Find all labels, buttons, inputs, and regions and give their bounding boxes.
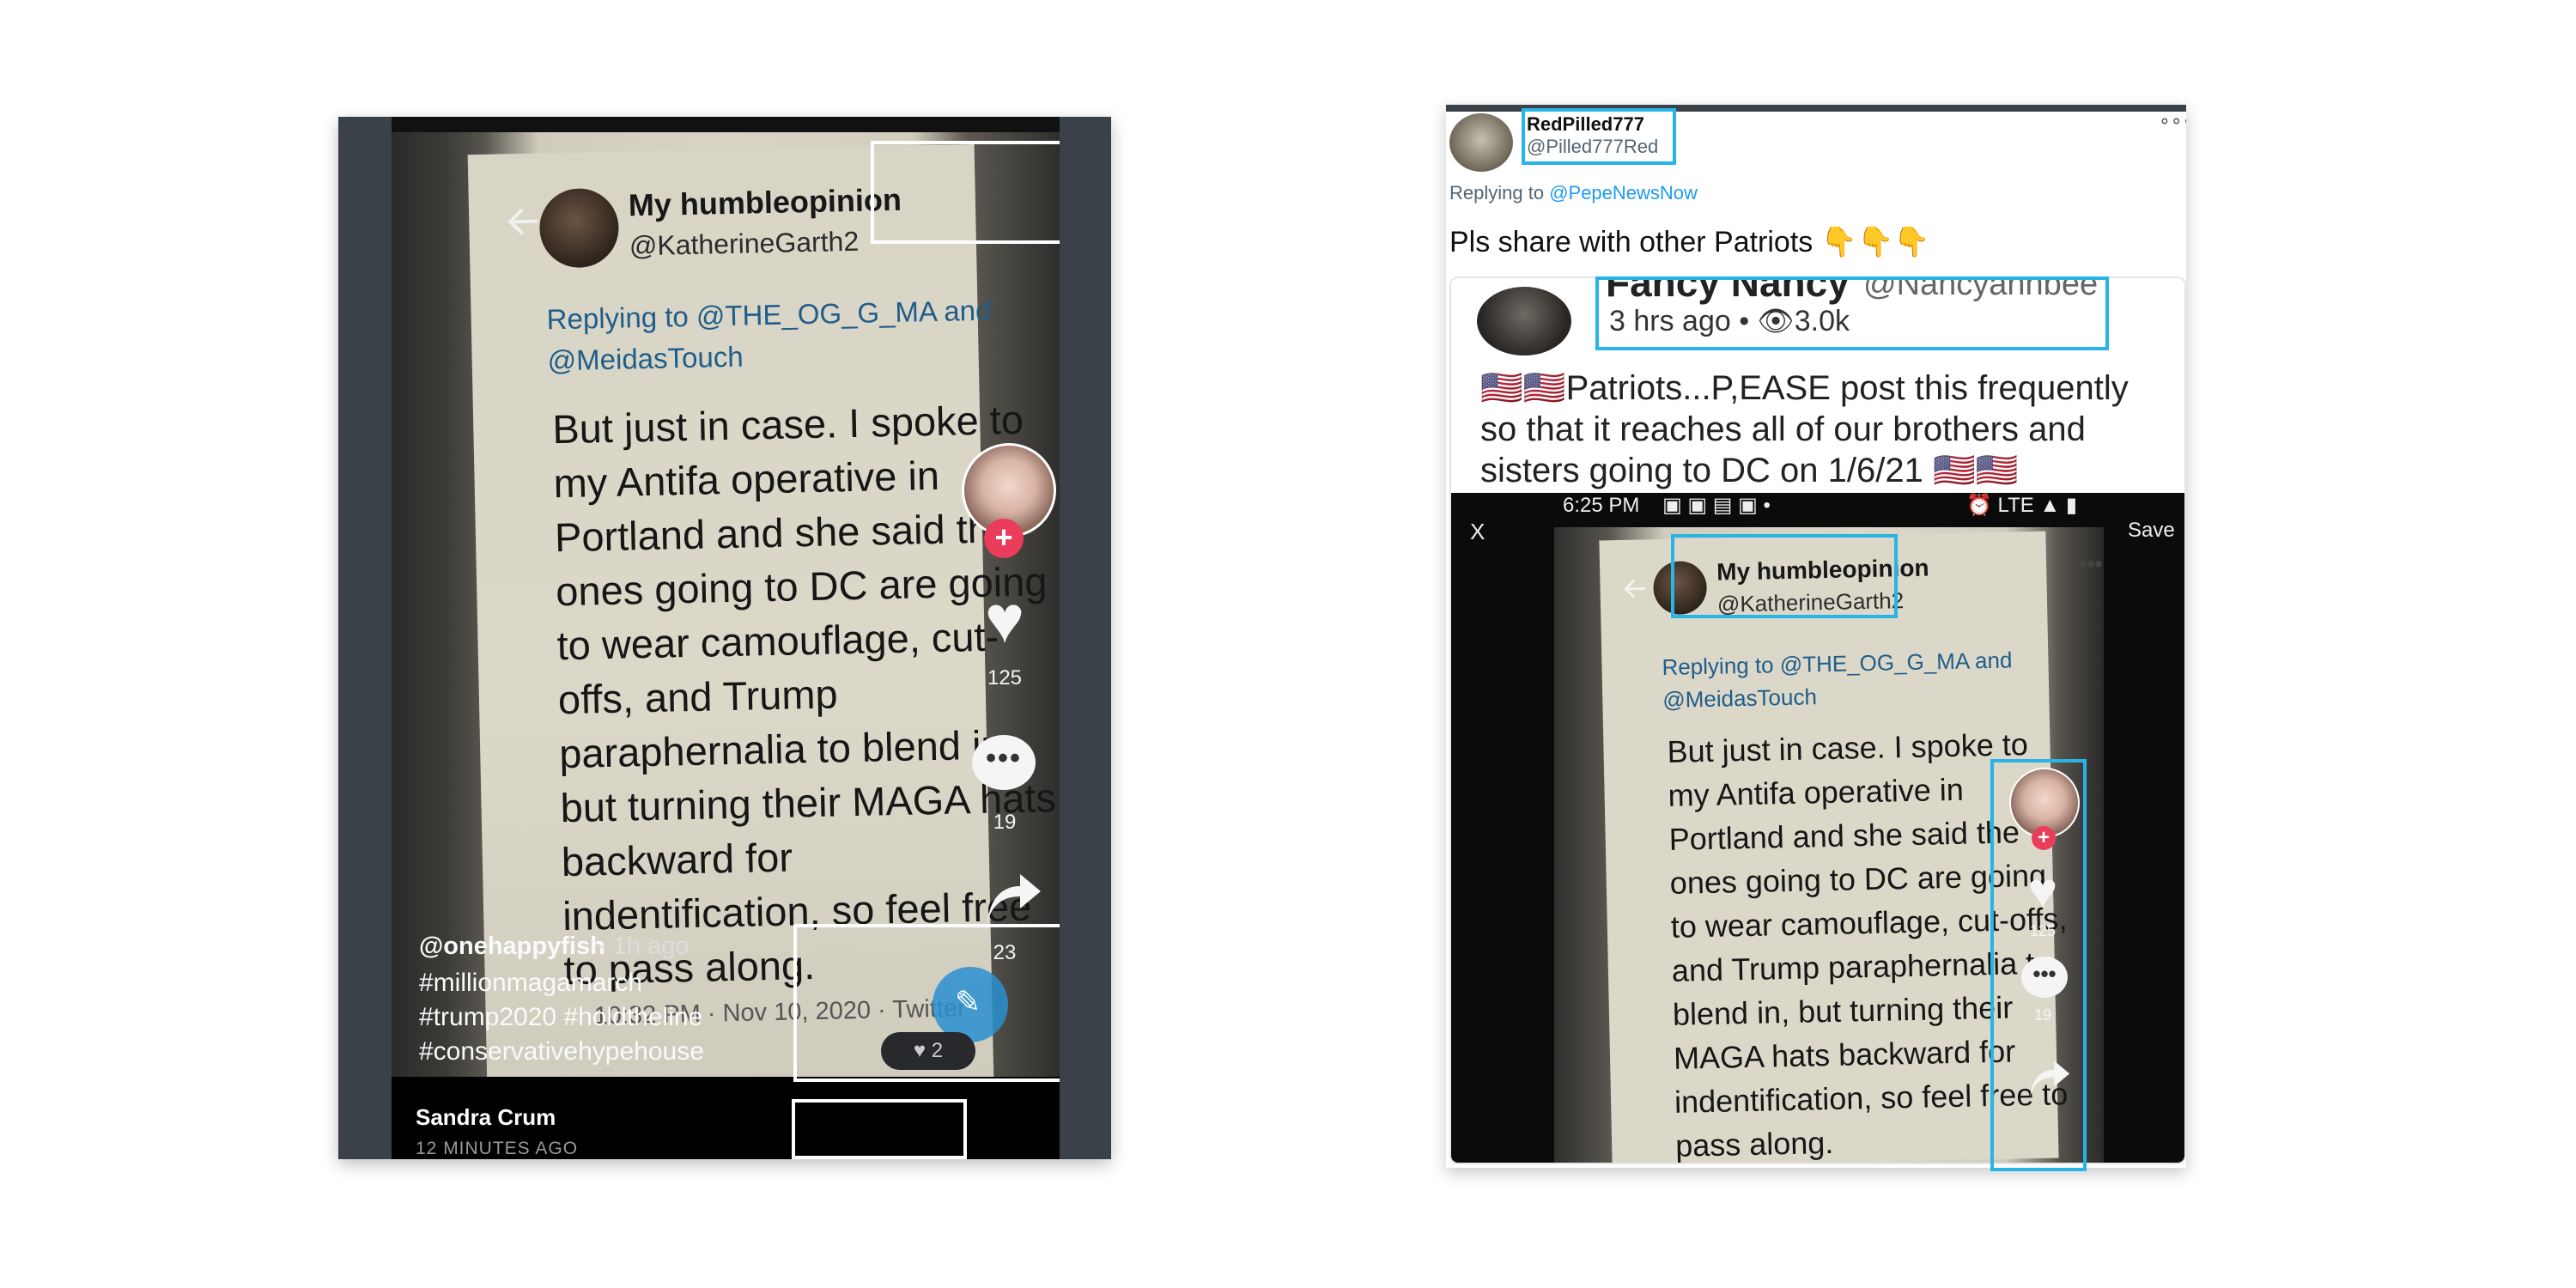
replying-to-link[interactable]: @PepeNewsNow (1549, 182, 1698, 204)
highlight-box-video-rail (1990, 759, 2087, 1171)
status-bar (392, 117, 1060, 132)
likes-count: 125 (987, 666, 1023, 690)
more-dots-icon[interactable]: ∘∘∘ (2159, 110, 2186, 132)
left-screenshot-panel: My humbleopinion @KatherineGarth2 ••• Re… (338, 117, 1111, 1159)
hashtag-line[interactable]: #conservativehypehouse (419, 1037, 704, 1066)
save-button[interactable]: Save (2128, 519, 2175, 543)
quote-text: 🇺🇸🇺🇸Patriots...P,EASE post this frequent… (1480, 369, 2129, 489)
close-icon[interactable]: X (1470, 519, 1485, 545)
highlight-box-quote-meta (1595, 276, 2109, 350)
video-status-bar: 6:25 PM ▣ ▣ ▤ ▣ • ⏰ LTE ▲ ▮ (1563, 493, 2078, 522)
hashtag-line[interactable]: #trump2020 #holdtheline (419, 1003, 702, 1032)
avatar[interactable] (1449, 113, 1513, 172)
highlight-box-profile (871, 141, 1060, 244)
arrow-left-icon[interactable] (1620, 574, 1650, 604)
quote-avatar[interactable] (1477, 287, 1571, 355)
arrow-left-icon[interactable] (503, 200, 545, 242)
status-icons: ▣ ▣ ▤ ▣ • (1662, 494, 1771, 517)
caption-username[interactable]: @onehappyfish (419, 933, 605, 961)
tweet-text: Pls share with other Patriots 👇👇👇 (1449, 226, 1930, 258)
tweet-author-name: My humbleopinion (628, 181, 902, 223)
commenter-name: Sandra Crum (416, 1104, 556, 1130)
caption-time: · 1h ago (598, 933, 690, 960)
highlight-box-commenter (792, 1099, 967, 1159)
more-dots-icon[interactable]: ••• (2079, 550, 2103, 578)
comment-dots-icon: ••• (986, 742, 1022, 775)
replying-to-line: Replying to @THE_OG_G_MA and @MeidasTouc… (1662, 647, 2013, 714)
tweet-author-handle: @KatherineGarth2 (629, 225, 860, 262)
status-right: ⏰ LTE ▲ ▮ (1966, 494, 2078, 517)
highlight-box-video-profile (1671, 534, 1898, 618)
highlight-box-caption (793, 924, 1060, 1082)
replying-to-line: Replying to @THE_OG_G_MA and @MeidasTouc… (546, 294, 992, 377)
replying-prefix: Replying to (1449, 182, 1550, 204)
avatar[interactable] (538, 187, 620, 269)
commenter-time: 12 MINUTES AGO (416, 1139, 579, 1158)
tiktok-video-screen: My humbleopinion @KatherineGarth2 ••• Re… (392, 117, 1060, 1159)
hashtag-line[interactable]: #millionmagamarch (419, 969, 642, 998)
status-time: 6:25 PM (1563, 494, 1640, 517)
heart-icon[interactable]: ♥ (953, 580, 1056, 659)
follow-plus-icon[interactable]: + (984, 519, 1024, 558)
highlight-box-author (1522, 108, 1676, 165)
comments-count: 19 (993, 811, 1017, 834)
replying-to-line: Replying to @PepeNewsNow (1449, 182, 1698, 204)
